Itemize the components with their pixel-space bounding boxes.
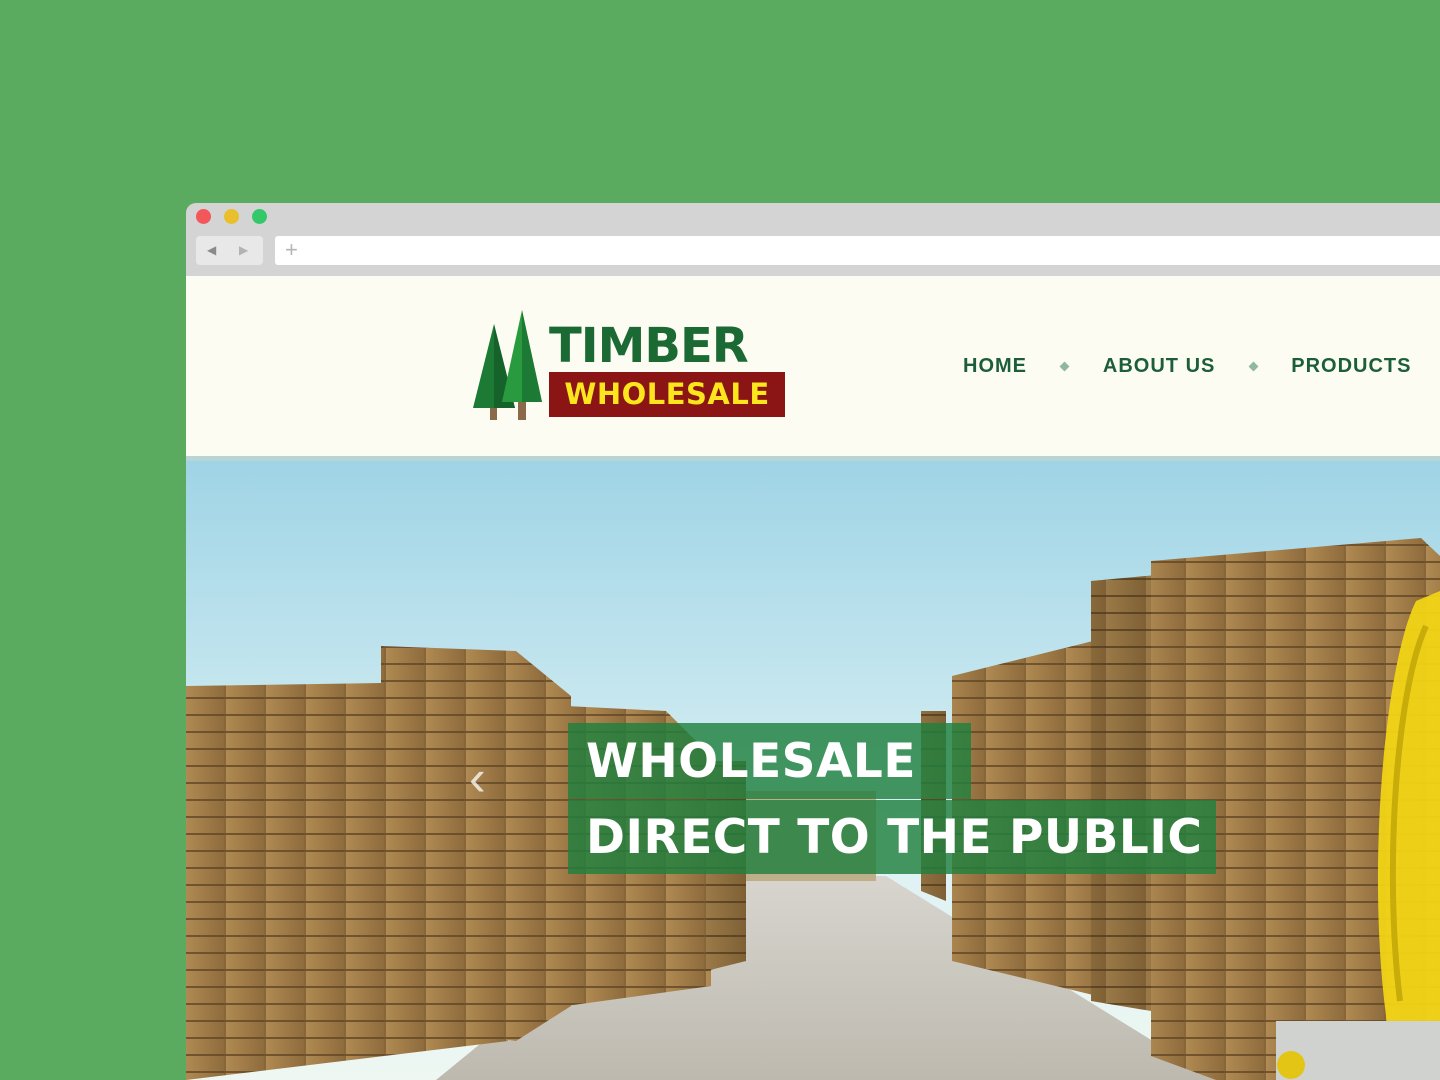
close-window-button[interactable] bbox=[196, 209, 211, 224]
browser-nav-buttons: ◀ ▶ bbox=[196, 236, 263, 265]
browser-titlebar bbox=[186, 203, 1440, 231]
pine-trees-icon bbox=[473, 310, 542, 420]
nav-home[interactable]: HOME bbox=[963, 351, 1027, 381]
nav-separator bbox=[1248, 361, 1259, 371]
main-navigation: HOME ABOUT US PRODUCTS bbox=[963, 351, 1440, 381]
minimize-window-button[interactable] bbox=[224, 209, 239, 224]
forward-arrow-icon[interactable]: ▶ bbox=[239, 242, 248, 258]
browser-window: ◀ ▶ + TIMBER WHOLESALE HOME ABOUT US PRO… bbox=[186, 203, 1440, 1080]
plus-icon[interactable]: + bbox=[285, 239, 298, 261]
hero-headline-line1: WHOLESALE bbox=[568, 723, 971, 799]
site-header: TIMBER WHOLESALE HOME ABOUT US PRODUCTS bbox=[186, 276, 1440, 461]
address-bar[interactable]: + bbox=[275, 236, 1440, 265]
nav-products[interactable]: PRODUCTS bbox=[1291, 351, 1411, 381]
nav-about-us[interactable]: ABOUT US bbox=[1103, 351, 1215, 381]
hero-headline-line2: DIRECT TO THE PUBLIC bbox=[568, 800, 1216, 874]
maximize-window-button[interactable] bbox=[252, 209, 267, 224]
nav-separator bbox=[1060, 361, 1070, 371]
back-arrow-icon[interactable]: ◀ bbox=[207, 242, 216, 258]
hero-slider: ‹ WHOLESALE DIRECT TO THE PUBLIC bbox=[186, 461, 1440, 1080]
site-logo[interactable]: TIMBER WHOLESALE bbox=[472, 310, 792, 420]
logo-subtitle: WHOLESALE bbox=[549, 372, 785, 417]
slider-prev-arrow-icon[interactable]: ‹ bbox=[469, 753, 503, 803]
logo-title: TIMBER bbox=[549, 318, 749, 374]
page-viewport: TIMBER WHOLESALE HOME ABOUT US PRODUCTS bbox=[186, 276, 1440, 1080]
